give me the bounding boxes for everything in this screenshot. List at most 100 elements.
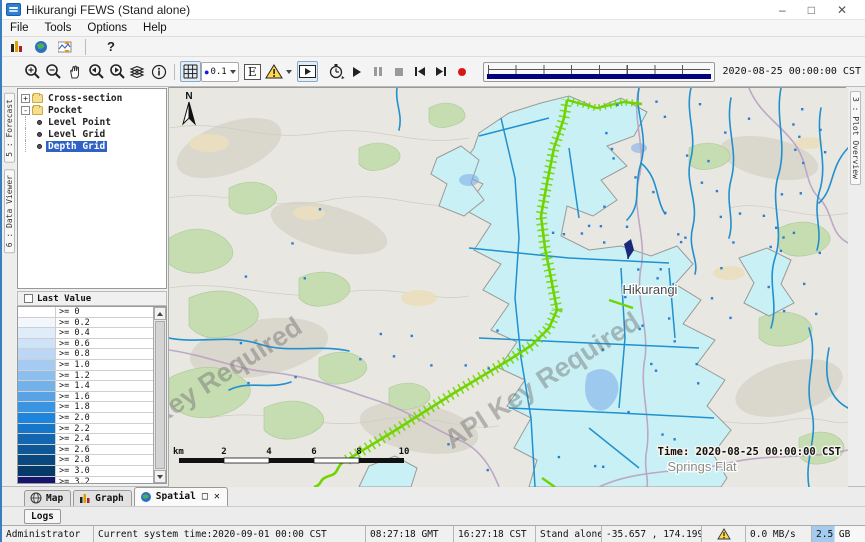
legend-color-swatch — [18, 392, 56, 402]
pause-button[interactable] — [368, 61, 389, 82]
tab-graph[interactable]: Graph — [73, 490, 132, 506]
menu-help[interactable]: Help — [135, 21, 175, 35]
tree-item-level-grid[interactable]: Level Grid — [21, 128, 166, 140]
tab-forecast[interactable]: 5 : Forecast — [4, 93, 15, 163]
record-button[interactable] — [452, 61, 473, 82]
time-slider[interactable] — [483, 62, 715, 82]
legend-color-swatch — [18, 371, 56, 381]
application-window: Hikurangi FEWS (Stand alone) – □ ✕ File … — [0, 0, 865, 542]
zoom-in-icon[interactable] — [22, 61, 43, 82]
tree-item-pocket[interactable]: - Pocket — [21, 104, 166, 116]
layer-tree: + Cross-section - Pocket Level Point — [17, 88, 167, 289]
zoom-next-icon[interactable] — [106, 61, 127, 82]
legend-row: >= 3.0 — [18, 466, 153, 477]
tab-map[interactable]: Map — [24, 490, 71, 506]
step-forward-button[interactable] — [431, 61, 452, 82]
scroll-down-icon[interactable] — [154, 470, 166, 483]
title-bar: Hikurangi FEWS (Stand alone) – □ ✕ — [2, 0, 865, 20]
grid-threshold-dropdown[interactable]: ● 0.1 — [201, 62, 239, 82]
legend-row: >= 1.8 — [18, 402, 153, 413]
tree-item-depth-grid[interactable]: Depth Grid — [21, 140, 166, 152]
tree-item-level-point[interactable]: Level Point — [21, 116, 166, 128]
animation-icon[interactable] — [297, 61, 318, 82]
tab-data-viewer[interactable]: 6 : Data Viewer — [4, 169, 15, 253]
warning-filter-dropdown[interactable] — [263, 62, 294, 82]
menu-tools[interactable]: Tools — [37, 21, 80, 35]
node-bullet-icon — [37, 144, 42, 149]
close-button[interactable]: ✕ — [837, 3, 847, 17]
current-map-datetime: 2020-08-25 00:00:00 CST — [723, 66, 865, 77]
info-icon[interactable] — [148, 61, 169, 82]
zoom-previous-icon[interactable] — [85, 61, 106, 82]
legend-row: >= 0.4 — [18, 328, 153, 339]
legend-row: >= 0.2 — [18, 318, 153, 329]
status-gmt-time: 08:27:18 GMT — [366, 526, 454, 542]
legend-color-swatch — [18, 402, 56, 412]
collapse-icon[interactable]: - — [21, 106, 30, 115]
tab-restore-button[interactable]: □ — [202, 491, 208, 502]
tree-guide-line — [25, 128, 35, 140]
scrollbar-thumb[interactable] — [155, 321, 165, 469]
legend-color-swatch — [18, 413, 56, 423]
database-icon[interactable] — [8, 38, 26, 56]
scroll-up-icon[interactable] — [154, 307, 166, 320]
layers-icon[interactable] — [127, 61, 148, 82]
tab-close-button[interactable]: ✕ — [214, 491, 220, 502]
minimize-button[interactable]: – — [779, 3, 786, 17]
menu-options[interactable]: Options — [79, 21, 135, 35]
help-button[interactable]: ? — [107, 39, 115, 54]
logs-button[interactable]: Logs — [24, 509, 61, 524]
tree-item-cross-section[interactable]: + Cross-section — [21, 92, 166, 104]
legend-color-swatch — [18, 466, 56, 476]
town-label: Hikurangi — [623, 282, 678, 297]
last-value-checkbox[interactable] — [24, 294, 33, 303]
legend-title: Last Value — [37, 294, 91, 304]
legend-threshold-label: >= 1.0 — [56, 360, 93, 370]
globe-icon[interactable] — [32, 38, 50, 56]
stop-button[interactable] — [389, 61, 410, 82]
legend-threshold-label: >= 0.4 — [56, 328, 93, 338]
threshold-dot-icon: ● — [204, 67, 209, 77]
legend-threshold-label: >= 1.6 — [56, 392, 93, 402]
toolbar-separator — [174, 64, 175, 80]
time-slider-range[interactable] — [487, 74, 711, 79]
window-title: Hikurangi FEWS (Stand alone) — [26, 3, 190, 17]
legend-color-swatch — [18, 328, 56, 338]
step-back-button[interactable] — [410, 61, 431, 82]
legend-threshold-label: >= 0.2 — [56, 318, 93, 328]
warning-icon — [717, 528, 731, 540]
legend-row: >= 1.6 — [18, 392, 153, 403]
legend-color-swatch — [18, 477, 56, 485]
legend-color-swatch — [18, 360, 56, 370]
status-local-time: 16:27:18 CST — [454, 526, 536, 542]
tab-spatial[interactable]: Spatial □ ✕ — [134, 487, 228, 506]
legend-scrollbar[interactable] — [153, 307, 166, 483]
legend-color-swatch — [18, 434, 56, 444]
maximize-button[interactable]: □ — [808, 3, 815, 17]
timer-settings-icon[interactable] — [326, 61, 347, 82]
menu-file[interactable]: File — [2, 21, 37, 35]
globe-icon — [140, 491, 152, 503]
svg-text:8: 8 — [356, 447, 361, 457]
label-toggle[interactable]: E — [242, 61, 263, 82]
legend-row: >= 0.6 — [18, 339, 153, 350]
expand-icon[interactable]: + — [21, 94, 30, 103]
grid-display-toggle[interactable] — [180, 61, 201, 82]
legend-color-swatch — [18, 381, 56, 391]
tab-plot-overview[interactable]: 3 : Plot Overview — [850, 91, 861, 185]
scalar-chart-icon[interactable] — [56, 38, 74, 56]
svg-text:N: N — [185, 91, 192, 102]
legend-row: >= 2.8 — [18, 455, 153, 466]
chevron-down-icon — [230, 70, 236, 74]
legend-row: >= 2.0 — [18, 413, 153, 424]
pan-hand-icon[interactable] — [64, 61, 85, 82]
status-warning-cell[interactable] — [702, 526, 746, 542]
data-viewer-panel: + Cross-section - Pocket Level Point — [16, 87, 169, 486]
spatial-map[interactable]: API Key Required API Key Required N km — [169, 87, 846, 486]
zoom-out-icon[interactable] — [43, 61, 64, 82]
legend-row: >= 3.2 — [18, 477, 153, 485]
folder-icon — [32, 94, 43, 103]
play-button[interactable] — [347, 61, 368, 82]
folder-icon — [32, 106, 43, 115]
globe-icon — [30, 492, 42, 504]
